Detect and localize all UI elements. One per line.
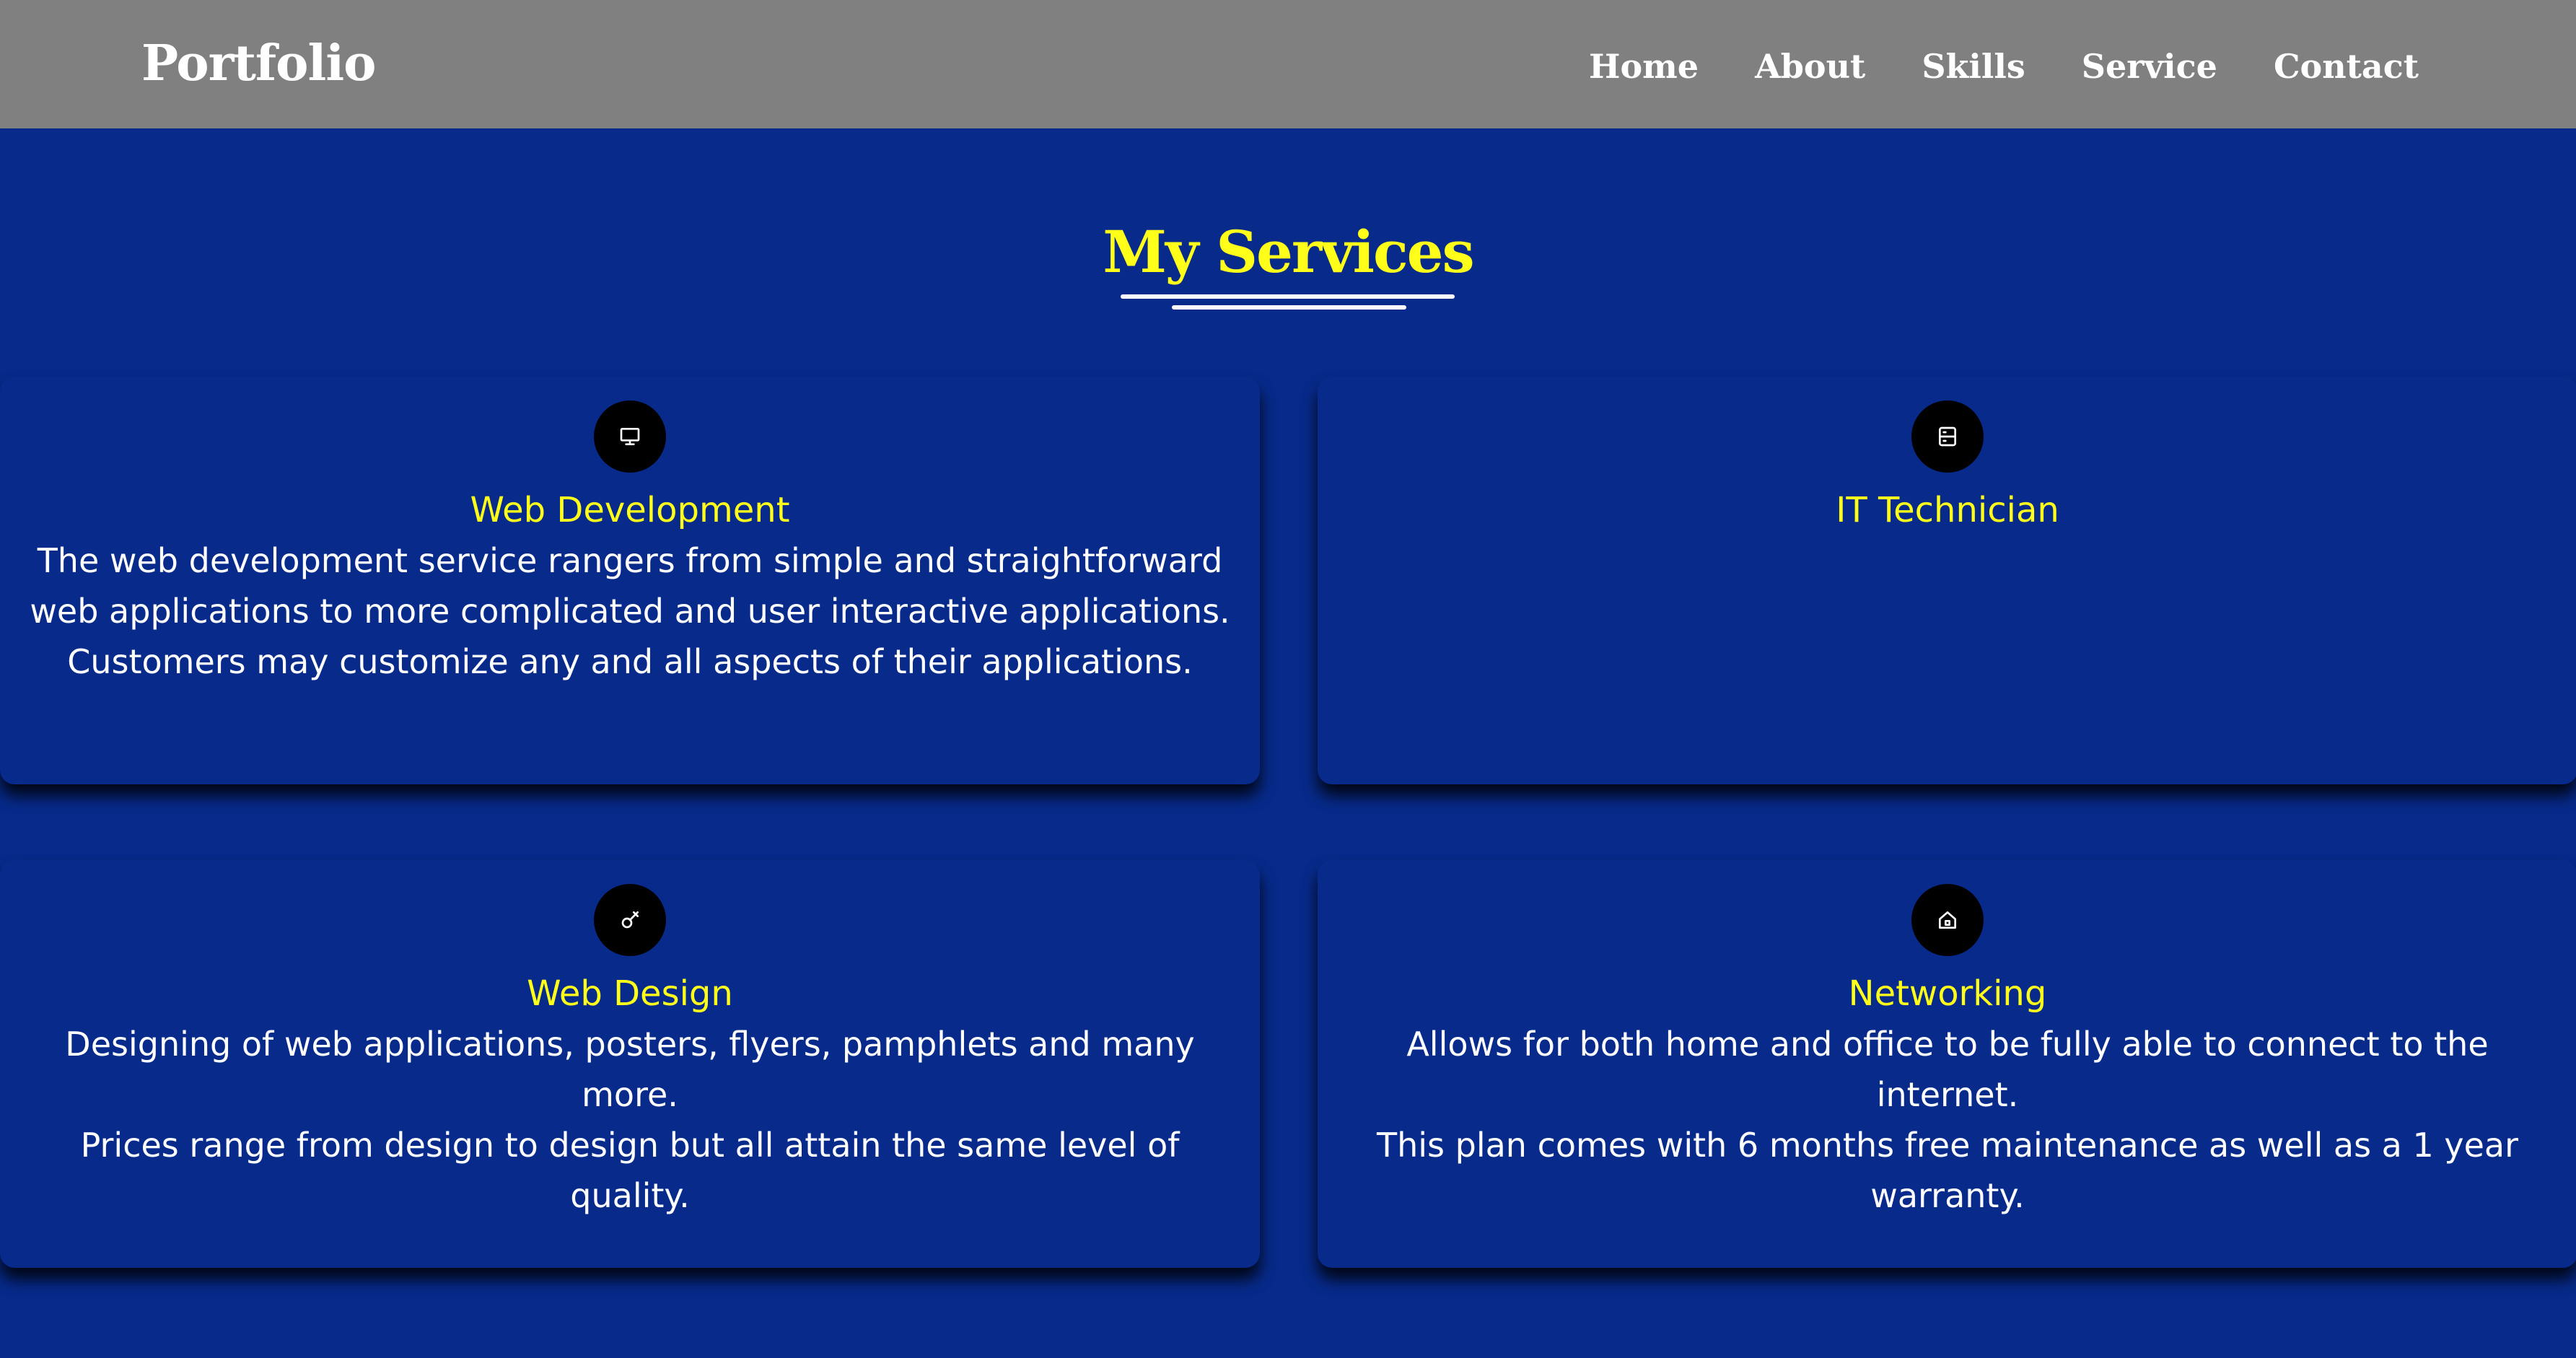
- service-title: Web Design: [527, 973, 733, 1014]
- server-icon: [1911, 400, 1984, 473]
- section-heading: My Services: [0, 212, 2576, 292]
- nav-menu: Home About Skills Service Contact: [1589, 38, 2419, 95]
- title-underline-short: [1172, 305, 1406, 310]
- brand-logo[interactable]: Portfolio: [141, 30, 377, 97]
- service-card-networking: Networking Allows for both home and offi…: [1318, 860, 2576, 1268]
- service-card-web-development: Web Development The web development serv…: [0, 377, 1260, 784]
- nav-link-skills[interactable]: Skills: [1922, 47, 2025, 86]
- service-title: Networking: [1848, 973, 2047, 1014]
- monitor-icon: [594, 400, 666, 473]
- nav-item-contact: Contact: [2274, 38, 2419, 95]
- service-description: Designing of web applications, posters, …: [29, 1019, 1231, 1221]
- nav-item-home: Home: [1589, 38, 1699, 95]
- section-title-text: My Services: [1103, 218, 1474, 286]
- service-description: Allows for both home and office to be fu…: [1346, 1019, 2549, 1221]
- nav-link-home[interactable]: Home: [1589, 47, 1699, 86]
- service-paragraph: Allows for both home and office to be fu…: [1406, 1025, 2489, 1114]
- nav-link-about[interactable]: About: [1755, 47, 1865, 86]
- service-title: IT Technician: [1836, 490, 2059, 530]
- service-paragraph: Designing of web applications, posters, …: [65, 1025, 1195, 1114]
- service-paragraph: Prices range from design to design but a…: [80, 1126, 1180, 1215]
- nav-link-service[interactable]: Service: [2082, 47, 2217, 86]
- nav-item-service: Service: [2082, 38, 2217, 95]
- navbar: Portfolio Home About Skills Service Cont…: [0, 0, 2576, 128]
- service-card-it-technician: IT Technician: [1318, 377, 2576, 784]
- nav-item-about: About: [1755, 38, 1865, 95]
- service-paragraph: The web development service rangers from…: [30, 541, 1230, 631]
- service-paragraph: Customers may customize any and all aspe…: [67, 642, 1193, 681]
- nav-link-contact[interactable]: Contact: [2274, 47, 2419, 86]
- service-title: Web Development: [470, 490, 790, 530]
- nav-item-skills: Skills: [1922, 38, 2025, 95]
- home-icon: [1911, 884, 1984, 956]
- title-underline-long: [1121, 294, 1455, 299]
- service-description: The web development service rangers from…: [29, 535, 1231, 687]
- service-card-web-design: Web Design Designing of web applications…: [0, 860, 1260, 1268]
- paint-brush-icon: [594, 884, 666, 956]
- service-paragraph: This plan comes with 6 months free maint…: [1377, 1126, 2518, 1215]
